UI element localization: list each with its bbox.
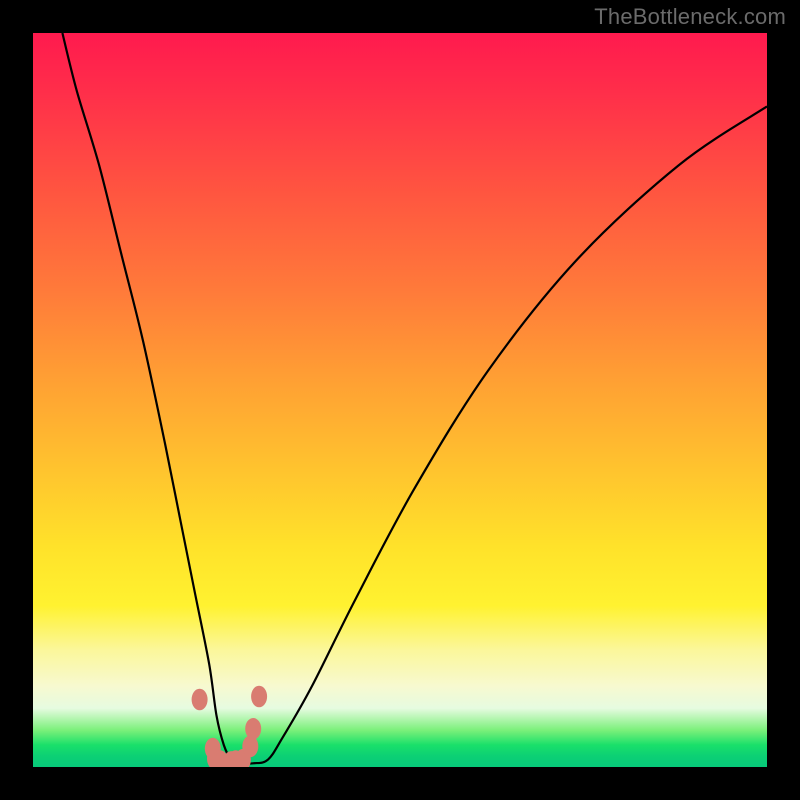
curve-marker: [251, 686, 267, 708]
marker-group: [192, 686, 268, 767]
chart-frame: TheBottleneck.com: [0, 0, 800, 800]
curve-layer: [33, 33, 767, 767]
plot-area: [33, 33, 767, 767]
curve-marker: [245, 718, 261, 740]
curve-marker: [192, 689, 208, 711]
bottleneck-curve: [62, 33, 767, 764]
watermark-text: TheBottleneck.com: [594, 4, 786, 30]
